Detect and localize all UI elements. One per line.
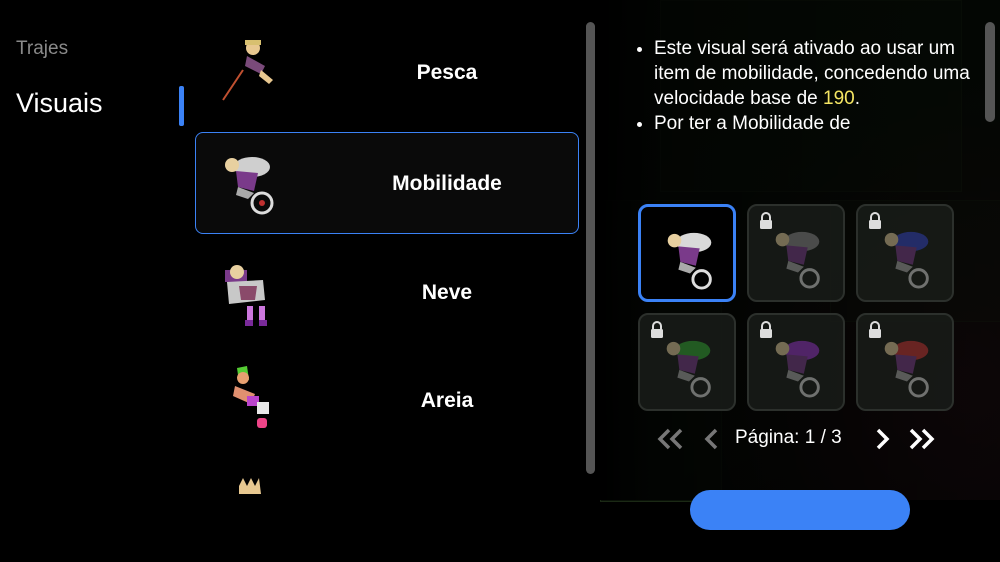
chevron-right-icon — [876, 428, 890, 450]
outfit-list: Pesca Mobilidade Neve Areia — [195, 0, 581, 500]
double-chevron-left-icon — [657, 428, 683, 450]
bike-character-icon — [884, 231, 929, 289]
outfit-row-neve[interactable]: Neve — [195, 242, 579, 344]
variant-grid — [638, 204, 958, 414]
bike-character-icon — [666, 340, 711, 398]
bike-character-icon — [775, 340, 820, 398]
outfit-label: Pesca — [416, 61, 478, 84]
outfit-row-partial[interactable] — [195, 460, 579, 562]
outfit-list-scrollbar[interactable] — [586, 22, 595, 474]
variant-cell[interactable] — [856, 204, 954, 302]
partial-character-icon — [239, 478, 261, 494]
last-page-button[interactable] — [907, 424, 937, 454]
outfit-label: Mobilidade — [392, 172, 502, 195]
bike-character-icon — [775, 231, 820, 289]
double-chevron-right-icon — [909, 428, 935, 450]
page-indicator: Página: 1 / 3 — [735, 427, 842, 448]
category-item-visuais[interactable]: Visuais — [16, 88, 103, 119]
bike-character-icon — [884, 340, 929, 398]
category-heading: Trajes — [16, 38, 69, 59]
sand-character-icon — [233, 366, 269, 428]
outfit-label: Neve — [421, 281, 473, 304]
outfit-row-mobilidade[interactable]: Mobilidade — [195, 132, 579, 234]
fishing-character-icon — [222, 40, 273, 101]
first-page-button[interactable] — [655, 424, 685, 454]
description-bullet: Este visual será ativado ao usar um item… — [654, 36, 977, 111]
confirm-button[interactable] — [690, 490, 910, 530]
chevron-left-icon — [704, 428, 718, 450]
next-page-button[interactable] — [873, 424, 891, 454]
description-scrollbar[interactable] — [985, 22, 995, 122]
prev-page-button[interactable] — [703, 424, 721, 454]
outfit-row-pesca[interactable]: Pesca — [195, 22, 579, 124]
snow-character-icon — [225, 265, 267, 326]
variant-cell[interactable] — [747, 313, 845, 411]
pagination: Página: 1 / 3 — [655, 424, 945, 454]
variant-cell[interactable] — [638, 204, 736, 302]
variant-cell[interactable] — [638, 313, 736, 411]
outfit-row-areia[interactable]: Areia — [195, 350, 579, 452]
bike-character-icon — [225, 157, 274, 215]
description-bullet: Por ter a Mobilidade de — [654, 111, 977, 136]
selected-category-indicator — [179, 86, 184, 126]
outfit-label: Areia — [420, 389, 474, 412]
bike-character-icon — [667, 232, 712, 290]
speed-value: 190 — [823, 88, 855, 109]
outfit-description: Este visual será ativado ao usar um item… — [632, 36, 977, 136]
variant-cell[interactable] — [856, 313, 954, 411]
variant-cell[interactable] — [747, 204, 845, 302]
